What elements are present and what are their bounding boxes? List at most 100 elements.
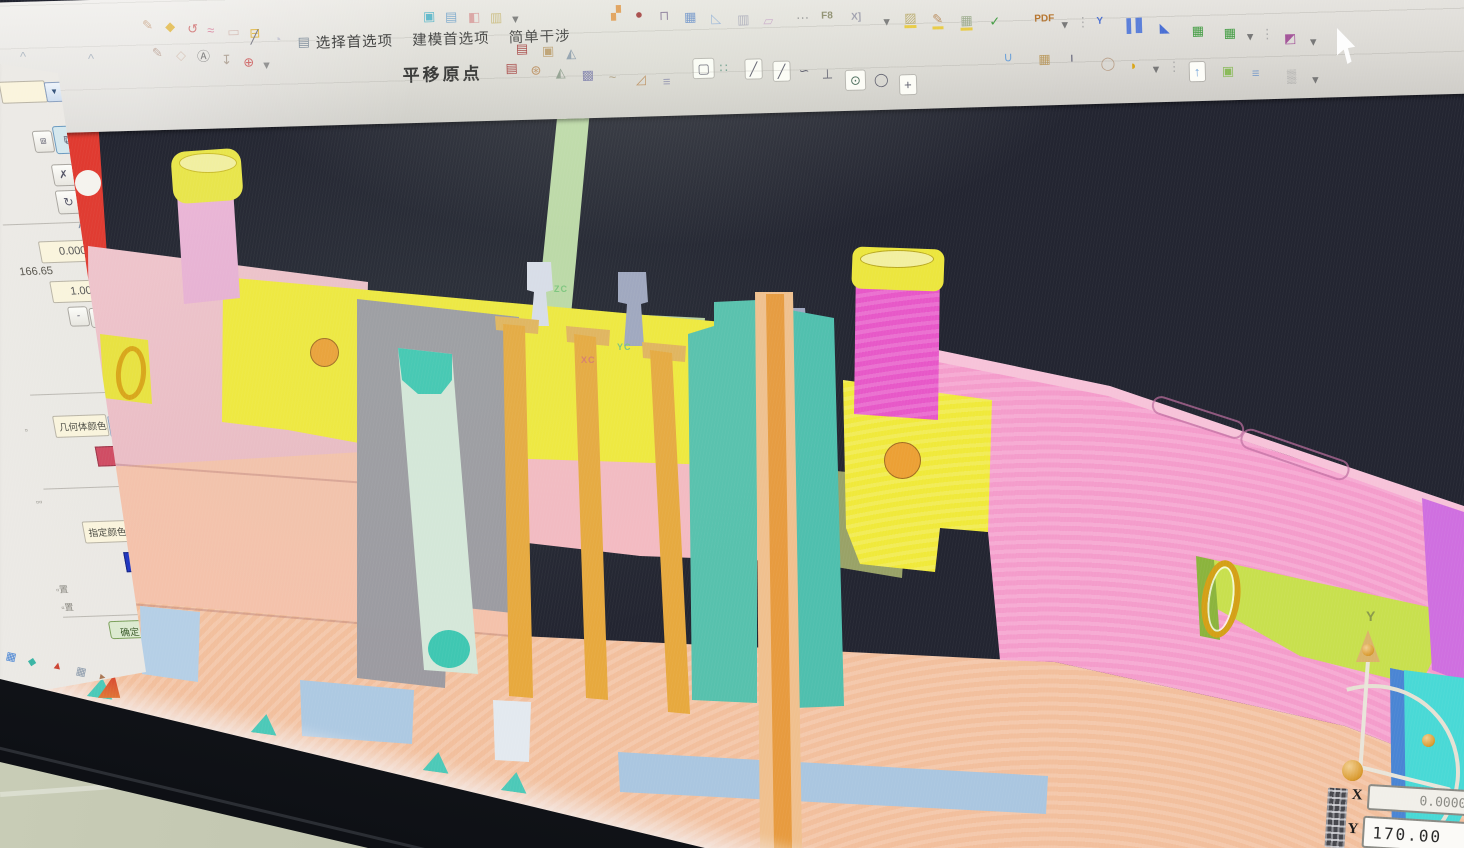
toolbar-icon[interactable]: ▦ <box>960 13 973 30</box>
motion-option-button[interactable]: ⧈ <box>31 130 55 153</box>
toolbar-icon[interactable]: ◯ <box>874 73 889 86</box>
toolbar-icon[interactable]: I <box>1070 55 1073 65</box>
toolbar-icon[interactable]: ~ <box>609 70 617 83</box>
manipulator-ball[interactable] <box>1422 734 1435 747</box>
part-dowel-pin[interactable] <box>310 338 339 367</box>
toolbar-icon[interactable]: ▱ <box>763 14 773 27</box>
toolbar-icon[interactable]: ◭ <box>555 66 565 79</box>
toolbar-icon[interactable]: ↧ <box>221 53 232 66</box>
toolbar-icon[interactable]: ▥ <box>490 11 503 24</box>
toolbar-icon[interactable]: ⋮ <box>1076 15 1089 28</box>
toolbar-icon[interactable]: ↺ <box>187 22 198 35</box>
toolbar-icon[interactable]: ◿ <box>636 73 646 86</box>
toolbar-icon[interactable]: ≡ <box>1252 66 1260 79</box>
toolbar-icon[interactable]: ╱ <box>744 58 762 79</box>
toolbar-icon[interactable]: ✎ <box>142 18 153 31</box>
panel-top-dropdown-field[interactable] <box>0 80 48 104</box>
toolbar-icon[interactable]: PDF <box>1034 14 1054 25</box>
toolbar-icon[interactable]: ▦ <box>1192 24 1205 37</box>
toolbar-icon[interactable]: ◩ <box>1284 31 1297 44</box>
toolbar-icon[interactable]: ● <box>635 8 643 21</box>
specify-color-dropdown[interactable]: 指定颜色 <box>81 520 129 544</box>
toolbar-icon[interactable]: ▾ <box>1061 18 1068 31</box>
toolbar-icon[interactable]: ⊕ <box>243 55 254 68</box>
toolbar-icon[interactable]: ⊙ <box>845 69 866 91</box>
toolbar-icon[interactable]: ▨ <box>904 11 917 28</box>
geometry-color-dropdown[interactable]: 几何体颜色 <box>52 414 110 438</box>
part-dowel-pin[interactable] <box>884 442 921 479</box>
toolbar-icon[interactable]: ✎ <box>932 12 943 29</box>
truncated-label: ▫置 <box>60 600 75 613</box>
toolbar-icon[interactable]: ◧ <box>468 10 481 23</box>
menu-item-modeling-preferences[interactable]: 建模首选项 <box>412 31 490 49</box>
toolbar-icon[interactable]: ◗ <box>1129 59 1137 72</box>
toolbar-icon[interactable]: ▣ <box>423 9 436 22</box>
toolbar-icon[interactable]: ▢ <box>692 58 715 80</box>
toolbar-icon[interactable]: ◆ <box>165 20 175 33</box>
toolbar-icon[interactable]: F8 <box>821 11 833 21</box>
toolbar-icon[interactable]: ╱ <box>772 60 790 81</box>
toolbar-icon[interactable]: ▾ <box>1312 73 1319 86</box>
dynamic-input-readout[interactable]: X 0.0000 Y 170.00 <box>1324 779 1464 848</box>
toolbar-icon[interactable]: ≡ <box>663 75 671 88</box>
toolbar-icon[interactable]: Y <box>1096 17 1103 27</box>
toolbar-icon[interactable]: ◯ <box>1100 56 1115 69</box>
toolbar-icon[interactable]: ▾ <box>883 15 890 28</box>
toolbar-icon[interactable]: Ⓐ <box>197 50 210 63</box>
toolbar-icon[interactable]: ▦ <box>684 10 697 23</box>
toolbar-icon[interactable]: ▾ <box>263 58 270 71</box>
y-coordinate-field[interactable]: 170.00 <box>1361 816 1464 848</box>
toolbar-icon[interactable]: ^ <box>20 50 26 63</box>
x-coordinate-field[interactable]: 0.0000 <box>1367 784 1464 816</box>
toolbar-icon[interactable]: ∪ <box>1003 50 1013 63</box>
manipulator-ball[interactable] <box>1362 644 1374 656</box>
toolbar-icon[interactable]: ▾ <box>1153 62 1160 75</box>
menu-item-simple-interference[interactable]: 简单干涉 <box>508 29 570 47</box>
toolbar-icon[interactable]: ⋮ <box>1261 27 1274 40</box>
toolbar-icon[interactable]: ▾ <box>512 12 519 25</box>
toolbar-icon[interactable]: ∽ <box>798 64 809 77</box>
toolbar-icon[interactable]: ✎ <box>152 46 163 59</box>
toolbar-icon[interactable]: ◣ <box>1159 21 1169 34</box>
toolbar-icon[interactable]: ^ <box>88 52 94 65</box>
spinner-minus-button[interactable]: - <box>67 306 91 327</box>
toolbar-icon[interactable]: ⊟ <box>249 26 260 39</box>
truncated-label: ▫置 <box>55 582 70 595</box>
menu-item-selection-preferences[interactable]: 选择首选项 <box>315 34 393 52</box>
toolbar-icon[interactable]: ▾ <box>1310 35 1317 48</box>
toolbar-icon[interactable]: ✓ <box>989 15 1000 28</box>
toolbar-icon[interactable]: + <box>899 74 917 95</box>
toolbar-icon[interactable]: ▤ <box>445 10 458 23</box>
toolbar-icon[interactable]: ⊛ <box>530 63 541 76</box>
toolbar-icon[interactable]: ▤ <box>297 35 310 48</box>
toolbar-icon[interactable]: ≈ <box>207 24 215 37</box>
toolbar-icon[interactable]: ↑ <box>1189 61 1206 82</box>
keypad-icon[interactable] <box>1324 787 1348 848</box>
toolbar-icon[interactable]: ◺ <box>711 11 721 24</box>
manipulator-origin-ball[interactable] <box>1342 760 1363 781</box>
toolbar-icon[interactable]: ▌▋ <box>1126 19 1146 33</box>
toolbar-icon[interactable]: ▣ <box>1222 64 1235 77</box>
toolbar-icon[interactable]: ◭ <box>566 46 576 59</box>
toolbar-icon[interactable]: ▞ <box>611 6 621 19</box>
toolbar-icon[interactable]: ▦ <box>1038 52 1051 65</box>
toolbar-icon[interactable]: ◇ <box>176 48 186 61</box>
toolbar-icon[interactable]: ◔ <box>273 33 281 46</box>
x-coordinate-label: X <box>1351 787 1363 805</box>
toolbar-icon[interactable]: ╱ <box>250 30 258 43</box>
toolbar-icon[interactable]: ⊓ <box>659 9 670 22</box>
toolbar-icon[interactable]: ∷ <box>719 61 728 74</box>
toolbar-icon[interactable]: ▥ <box>737 13 750 26</box>
toolbar-icon[interactable]: ⋯ <box>796 11 809 24</box>
toolbar-icon[interactable]: ⊥ <box>822 67 834 80</box>
toolbar-icon[interactable]: ▤ <box>505 61 518 74</box>
menu-row[interactable]: 选择首选项 建模首选项 简单干涉 <box>315 24 585 53</box>
toolbar-icon[interactable]: X] <box>851 12 861 22</box>
part-bushing-notch[interactable] <box>75 170 101 196</box>
toolbar-icon[interactable]: ▩ <box>582 68 595 81</box>
toolbar-icon[interactable]: ▭ <box>227 25 240 38</box>
toolbar-icon[interactable]: ▾ <box>1247 30 1254 43</box>
toolbar-icon[interactable]: ▒ <box>1287 69 1297 82</box>
toolbar-icon[interactable]: ▦ <box>1224 26 1237 39</box>
toolbar-icon[interactable]: ⋮ <box>1168 60 1181 73</box>
